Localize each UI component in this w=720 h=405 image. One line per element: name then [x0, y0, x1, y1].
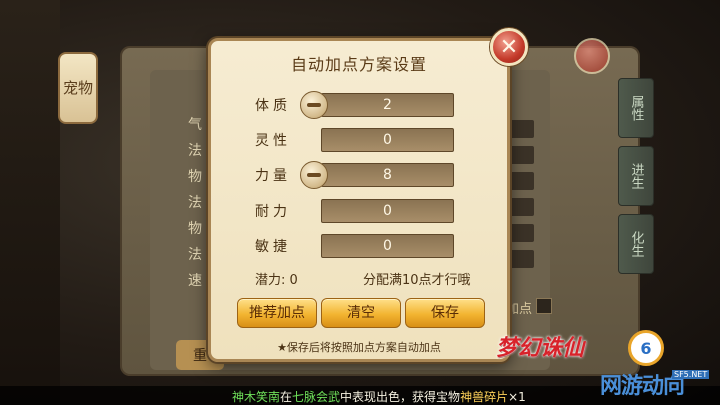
stat-value-field[interactable]: 0 [321, 128, 454, 152]
stat-label: 体质 [255, 98, 291, 114]
minus-icon[interactable] [300, 91, 328, 119]
bg-label: 物 [188, 169, 202, 185]
bg-label: 法 [188, 143, 202, 159]
stat-label: 敏捷 [255, 239, 291, 255]
background-attribute-labels: 气 法 物 法 物 法 速 [188, 114, 202, 290]
bg-label: 气 [188, 117, 202, 133]
ticker-text: 中表现出色，获得宝物 [340, 390, 461, 404]
bg-label: 法 [188, 195, 202, 211]
bg-label: 速 [188, 273, 202, 289]
ticker-event: 七脉会武 [292, 390, 341, 404]
stat-value-field[interactable]: 0 [321, 234, 454, 258]
dialog-footnote: ★保存后将按照加点方案自动加点 [277, 341, 441, 354]
stat-row-strength: 力量 8 [211, 161, 507, 189]
auto-allocate-dialog: 自动加点方案设置 体质 2 灵性 0 力量 8 耐力 0 敏捷 0 潜力: 0 … [208, 38, 510, 362]
pet-tab-label: 宠物 [62, 79, 93, 97]
game-logo: 梦幻诛仙 [496, 335, 585, 361]
background-close-icon[interactable] [574, 38, 610, 74]
bg-field [508, 120, 534, 138]
badge-number: 6 [640, 338, 652, 358]
side-tab-evolve[interactable]: 化生 [618, 214, 654, 274]
ticker-item: 神兽碎片 [460, 390, 509, 404]
announcement-ticker: 神木笑南在七脉会武中表现出色，获得宝物神兽碎片×1 [232, 388, 526, 405]
potential-points: 潜力: 0 [255, 273, 298, 288]
stat-row-agility: 敏捷 0 [211, 234, 507, 258]
bg-field [508, 224, 534, 242]
dialog-title: 自动加点方案设置 [290, 55, 427, 74]
stat-value-field[interactable]: 2 [321, 93, 454, 117]
ticker-text: 在 [280, 390, 293, 404]
bg-field [508, 250, 534, 268]
bg-field [508, 198, 534, 216]
close-icon[interactable]: ✕ [490, 28, 528, 66]
rating-badge-icon: 6 [628, 330, 664, 366]
stat-value-field[interactable]: 0 [321, 199, 454, 223]
stat-label: 力量 [255, 168, 291, 184]
bg-label: 法 [188, 247, 202, 263]
stat-row-spirit: 灵性 0 [211, 128, 507, 152]
recommend-button[interactable]: 推荐加点 [237, 298, 317, 328]
bg-field [508, 146, 534, 164]
ticker-count: ×1 [508, 390, 526, 404]
side-tabs: 属性 进生 化生 [618, 78, 654, 274]
background-checkbox[interactable] [536, 298, 552, 314]
stat-label: 灵性 [255, 133, 291, 149]
left-strip [0, 0, 60, 405]
minus-icon[interactable] [300, 161, 328, 189]
save-button[interactable]: 保存 [405, 298, 485, 328]
site-tag: SF5.NET [672, 370, 710, 379]
close-glyph: ✕ [499, 34, 519, 60]
stat-label: 耐力 [255, 204, 291, 220]
bg-field [508, 172, 534, 190]
stat-value-field[interactable]: 8 [321, 163, 454, 187]
stat-row-endurance: 耐力 0 [211, 199, 507, 223]
allocation-hint: 分配满10点才行哦 [363, 273, 471, 288]
side-tab-attributes[interactable]: 属性 [618, 78, 654, 138]
background-fields [508, 120, 534, 268]
clear-button[interactable]: 清空 [321, 298, 401, 328]
site-watermark: 网游动向 SF5.NET [600, 368, 718, 402]
side-tab-advance[interactable]: 进生 [618, 146, 654, 206]
ticker-player: 神木笑南 [232, 390, 281, 404]
bg-label: 物 [188, 221, 202, 237]
stat-row-constitution: 体质 2 [211, 91, 507, 119]
pet-tab[interactable]: 宠物 [58, 52, 98, 124]
